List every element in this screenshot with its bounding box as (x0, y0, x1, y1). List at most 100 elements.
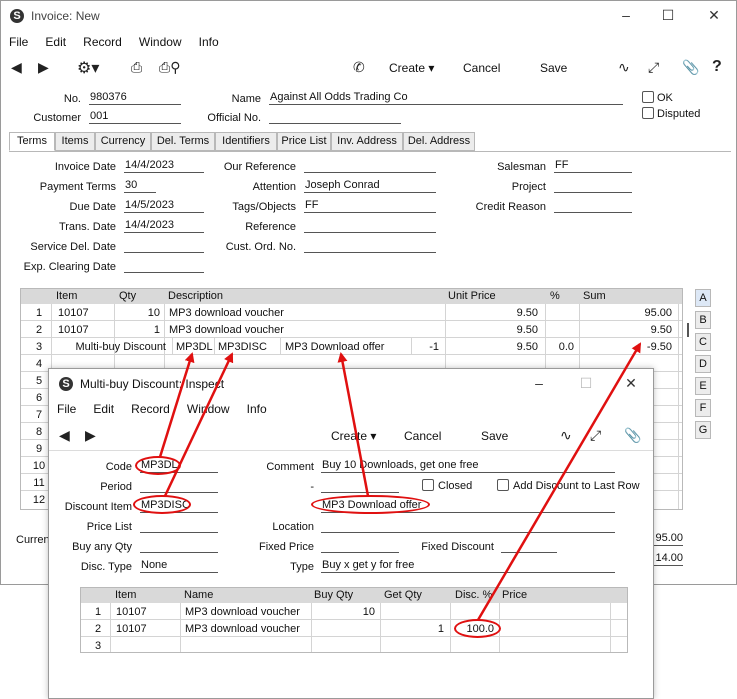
gear-icon[interactable]: ⚙▾ (77, 58, 99, 78)
cancel-button[interactable]: Cancel (463, 61, 500, 75)
drow1-buy-qty[interactable]: 10 (313, 606, 375, 618)
due-date-field[interactable]: 14/5/2023 (124, 199, 204, 213)
grid-scrollbar[interactable] (687, 323, 689, 337)
tab-terms[interactable]: Terms (9, 132, 55, 151)
row3-qty[interactable]: -1 (413, 341, 439, 353)
fixed-price-field[interactable] (321, 539, 399, 553)
drow2-get-qty[interactable]: 1 (382, 623, 444, 635)
row2-description[interactable]: MP3 download voucher (169, 324, 284, 336)
print-icon[interactable]: ⎙ (131, 59, 142, 76)
menu-window[interactable]: Window (139, 35, 182, 49)
save-button[interactable]: Save (540, 61, 567, 75)
previous-record-icon[interactable]: ◀ (11, 59, 22, 76)
dialog-menu-record[interactable]: Record (131, 402, 170, 416)
side-tab-d[interactable]: D (695, 355, 711, 373)
add-discount-last-row-checkbox[interactable] (497, 479, 509, 491)
tags-objects-field[interactable]: FF (304, 199, 436, 213)
maximize-button[interactable]: ☐ (657, 6, 679, 24)
menu-info[interactable]: Info (199, 35, 219, 49)
dialog-attachment-icon[interactable]: 📎 (624, 427, 641, 444)
expand-icon[interactable]: ⤢ (648, 59, 659, 76)
row2-unit-price[interactable]: 9.50 (447, 324, 538, 336)
dialog-next-icon[interactable]: ▶ (85, 427, 96, 444)
reference-field[interactable] (304, 219, 436, 233)
menu-record[interactable]: Record (83, 35, 122, 49)
salesman-field[interactable]: FF (554, 159, 632, 173)
dialog-menu-info[interactable]: Info (247, 402, 267, 416)
period-to-field[interactable] (321, 479, 399, 493)
side-tab-g[interactable]: G (695, 421, 711, 439)
row1-item[interactable]: 10107 (58, 307, 89, 319)
dialog-menu-file[interactable]: File (57, 402, 76, 416)
row2-qty[interactable]: 1 (116, 324, 160, 336)
side-tab-e[interactable]: E (695, 377, 711, 395)
price-list-field[interactable] (140, 519, 218, 533)
type-field[interactable]: Buy x get y for free (321, 559, 615, 573)
attention-field[interactable]: Joseph Conrad (304, 179, 436, 193)
tab-price-list[interactable]: Price List (277, 132, 331, 151)
credit-reason-field[interactable] (554, 199, 632, 213)
customer-field[interactable]: 001 (89, 110, 181, 124)
location-field[interactable] (321, 519, 615, 533)
drow1-name[interactable]: MP3 download voucher (185, 606, 300, 618)
phone-icon[interactable]: ✆ (353, 59, 365, 76)
ok-checkbox[interactable] (642, 91, 654, 103)
create-button[interactable]: Create ▾ (389, 61, 434, 75)
row2-item[interactable]: 10107 (58, 324, 89, 336)
dialog-maximize-button[interactable]: ☐ (575, 374, 597, 392)
comment-field[interactable]: Buy 10 Downloads, get one free (321, 459, 615, 473)
tab-del-terms[interactable]: Del. Terms (151, 132, 215, 151)
print-preview-icon[interactable]: ⎙⚲ (159, 59, 180, 76)
row1-description[interactable]: MP3 download voucher (169, 307, 284, 319)
dialog-save-button[interactable]: Save (481, 429, 508, 443)
fixed-discount-field[interactable] (501, 539, 557, 553)
row1-sum[interactable]: 95.00 (581, 307, 672, 319)
dialog-close-button[interactable]: ✕ (620, 374, 642, 392)
row3-sum[interactable]: -9.50 (581, 341, 672, 353)
activity-icon[interactable]: ∿ (618, 59, 630, 76)
help-icon[interactable]: ? (712, 58, 722, 76)
tab-currency[interactable]: Currency (95, 132, 151, 151)
tab-items[interactable]: Items (55, 132, 95, 151)
our-reference-field[interactable] (304, 159, 436, 173)
tab-inv-address[interactable]: Inv. Address (331, 132, 403, 151)
drow2-name[interactable]: MP3 download voucher (185, 623, 300, 635)
project-field[interactable] (554, 179, 632, 193)
next-record-icon[interactable]: ▶ (38, 59, 49, 76)
disputed-checkbox[interactable] (642, 107, 654, 119)
invoice-date-field[interactable]: 14/4/2023 (124, 159, 204, 173)
minimize-button[interactable]: – (615, 6, 637, 24)
service-del-date-field[interactable] (124, 239, 204, 253)
menu-edit[interactable]: Edit (45, 35, 66, 49)
row3-discount-item[interactable]: MP3DISC (218, 341, 267, 353)
payment-terms-field[interactable]: 30 (124, 179, 156, 193)
exp-clearing-date-field[interactable] (124, 259, 204, 273)
cust-ord-no-field[interactable] (304, 239, 436, 253)
name-field[interactable]: Against All Odds Trading Co (269, 91, 623, 105)
row3-percent[interactable]: 0.0 (547, 341, 574, 353)
period-from-field[interactable] (140, 479, 218, 493)
row1-qty[interactable]: 10 (116, 307, 160, 319)
disc-type-field[interactable]: None (140, 559, 218, 573)
side-tab-c[interactable]: C (695, 333, 711, 351)
dialog-create-button[interactable]: Create ▾ (331, 429, 376, 443)
no-field[interactable]: 980376 (89, 91, 181, 105)
menu-file[interactable]: File (9, 35, 28, 49)
attachment-icon[interactable]: 📎 (682, 59, 699, 76)
row3-offer[interactable]: MP3 Download offer (285, 341, 384, 353)
dialog-previous-icon[interactable]: ◀ (59, 427, 70, 444)
drow1-item[interactable]: 10107 (116, 606, 147, 618)
official-no-field[interactable] (269, 110, 401, 124)
tab-del-address[interactable]: Del. Address (403, 132, 475, 151)
row1-unit-price[interactable]: 9.50 (447, 307, 538, 319)
tab-identifiers[interactable]: Identifiers (215, 132, 277, 151)
close-window-button[interactable]: ✕ (703, 6, 725, 24)
dialog-minimize-button[interactable]: – (528, 374, 550, 392)
dialog-cancel-button[interactable]: Cancel (404, 429, 441, 443)
buy-any-qty-field[interactable] (140, 539, 218, 553)
trans-date-field[interactable]: 14/4/2023 (124, 219, 204, 233)
dialog-activity-icon[interactable]: ∿ (560, 427, 572, 444)
dialog-expand-icon[interactable]: ⤢ (590, 427, 601, 444)
drow2-item[interactable]: 10107 (116, 623, 147, 635)
dialog-menu-window[interactable]: Window (187, 402, 230, 416)
